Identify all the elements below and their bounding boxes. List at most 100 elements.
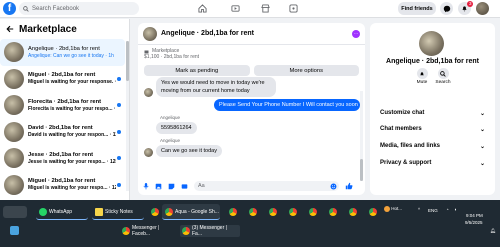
language-indicator[interactable]: ENG	[428, 208, 438, 213]
thumbs-up-icon[interactable]	[345, 182, 353, 190]
facebook-logo[interactable]: f	[3, 2, 16, 15]
grid-menu-icon[interactable]	[287, 2, 300, 15]
microphone-icon[interactable]	[143, 182, 149, 190]
scroll-thumb[interactable]	[126, 41, 129, 81]
mute-label: Mute	[416, 80, 428, 85]
bell-icon	[416, 68, 428, 79]
volume-icon[interactable]: ◖	[454, 207, 457, 212]
messenger-icon[interactable]	[440, 2, 453, 15]
conversation-item[interactable]: Miguel · 2bd,1ba for rent Miguel is waiti…	[0, 66, 125, 93]
taskbar-app-chrome[interactable]	[346, 204, 358, 220]
weather-icon	[384, 206, 390, 212]
taskbar-app-messenger-active[interactable]: (3) Messenger | Fa...	[180, 225, 240, 237]
tray-chevron-up-icon[interactable]: ^	[418, 207, 420, 212]
item-label: Customize chat	[380, 110, 425, 116]
wifi-icon[interactable]: ◔	[446, 207, 449, 212]
unread-dot	[117, 129, 121, 134]
listing-thumbnail	[4, 42, 24, 63]
clock-date[interactable]: 9/5/2025	[465, 220, 483, 225]
taskbar-app-google-sheets[interactable]: Aqua - Google Sh...	[162, 204, 220, 220]
taskbar-app-chrome[interactable]	[366, 204, 378, 220]
conversation-item[interactable]: David · 2bd,1ba for rent David is waiting…	[0, 119, 125, 146]
search-conversation-button[interactable]: Search	[433, 68, 453, 85]
home-icon[interactable]	[196, 2, 209, 15]
privacy-support-item[interactable]: Privacy & support ⌄	[380, 160, 485, 167]
more-icon[interactable]: ⋯	[352, 30, 360, 38]
chevron-down-icon: ⌄	[479, 127, 485, 133]
taskbar-app-chrome[interactable]	[266, 204, 278, 220]
clock-time[interactable]: 9:04 PM	[466, 213, 483, 218]
conversation-item[interactable]: Jesse · 2bd,1ba for rent Jesse is waiting…	[0, 145, 125, 172]
taskbar-app-sticky-notes[interactable]: Sticky Notes	[92, 204, 144, 220]
find-friends-button[interactable]: Find friends	[398, 2, 436, 15]
page-title: Marketplace	[19, 23, 77, 35]
message-bubble[interactable]: Yes we would need to move in today we're…	[156, 77, 276, 97]
video-icon[interactable]	[229, 2, 242, 15]
conversation-item[interactable]: Miguel · 2bd,1ba for rent Miguel is waiti…	[0, 172, 125, 199]
conversation-text: David · 2bd,1ba for rent David is waiting…	[28, 125, 116, 138]
unread-dot	[117, 76, 121, 81]
chrome-icon	[289, 208, 297, 216]
conversation-items: Angelique · 2bd,1ba for rent Angelique: C…	[0, 39, 129, 198]
profile-avatar[interactable]	[476, 2, 489, 15]
app-label: Aqua - Google Sh...	[175, 208, 219, 215]
listing-price[interactable]: $1,100 · 2bd,1ba for rent	[144, 54, 359, 60]
search-placeholder: Search Facebook	[32, 5, 80, 12]
mute-button[interactable]: Mute	[412, 68, 432, 85]
taskbar-app-chrome[interactable]	[246, 204, 258, 220]
start-icon[interactable]	[10, 226, 19, 235]
chat-members-item[interactable]: Chat members ⌄	[380, 126, 485, 133]
chat-title[interactable]: Angelique · 2bd,1ba for rent	[161, 30, 254, 37]
message-composer: Aa	[138, 177, 365, 195]
contact-avatar[interactable]	[419, 31, 444, 56]
sticker-icon[interactable]	[168, 183, 175, 190]
gif-icon[interactable]	[181, 183, 188, 190]
chat-window: Angelique · 2bd,1ba for rent ⋯ Marketpla…	[138, 23, 365, 195]
conversation-text: Jesse · 2bd,1ba for rent Jesse is waiting…	[28, 152, 116, 165]
weather-widget[interactable]: Hot...	[384, 206, 402, 212]
marketplace-icon[interactable]	[259, 2, 272, 15]
more-options-button[interactable]: More options	[253, 65, 359, 76]
conversation-item[interactable]: Florecita · 2bd,1ba for rent Florecita is…	[0, 92, 125, 119]
top-navigation-bar: f Search Facebook Find friends 3	[0, 0, 500, 18]
chrome-icon	[151, 208, 159, 216]
taskbar-search[interactable]	[3, 206, 27, 218]
listing-thumbnail	[4, 174, 24, 195]
search-input[interactable]: Search Facebook	[19, 2, 139, 15]
bell-icon[interactable]: 3	[458, 1, 473, 15]
left-scrollbar[interactable]	[126, 41, 129, 191]
taskbar-app-chrome[interactable]	[286, 204, 298, 220]
taskbar-app-chrome[interactable]	[306, 204, 318, 220]
notification-center-icon[interactable]: 🔔︎	[490, 228, 496, 234]
image-icon[interactable]	[155, 183, 162, 190]
composer-placeholder: Aa	[198, 183, 205, 189]
sticky-notes-icon	[95, 207, 103, 216]
windows-taskbar: WhatsApp Sticky Notes Aqua - Google Sh..…	[0, 200, 500, 247]
back-arrow-icon[interactable]	[6, 25, 14, 33]
conversation-item[interactable]: Angelique · 2bd,1ba for rent Angelique: C…	[0, 39, 125, 66]
chrome-icon	[329, 208, 337, 216]
marketplace-conversation-list: Marketplace Angelique · 2bd,1ba for rent…	[0, 19, 130, 200]
search-icon	[437, 68, 449, 79]
taskbar-app-whatsapp[interactable]: WhatsApp	[36, 204, 88, 220]
conversation-preview: Jesse is waiting for your respo... · 12h	[28, 158, 116, 165]
chrome-icon	[269, 208, 277, 216]
chat-scrollbar[interactable]	[360, 91, 363, 181]
taskbar-app-chrome[interactable]	[148, 204, 160, 220]
message-bubble-outgoing[interactable]: Please Send Your Phone Number I Will con…	[214, 99, 360, 111]
conversation-text: Miguel · 2bd,1ba for rent Miguel is waiti…	[28, 178, 116, 191]
mark-as-pending-button[interactable]: Mark as pending	[144, 65, 250, 76]
conversation-title: Jesse · 2bd,1ba for rent	[28, 151, 94, 158]
taskbar-app-messenger[interactable]: Messenger | Faceb...	[120, 225, 175, 237]
emoji-icon[interactable]	[330, 183, 337, 190]
chat-avatar[interactable]	[143, 26, 157, 41]
item-label: Media, files and links	[380, 143, 441, 149]
media-files-links-item[interactable]: Media, files and links ⌄	[380, 143, 485, 150]
taskbar-app-chrome[interactable]	[226, 204, 238, 220]
message-bubble[interactable]: Can we go see it today	[156, 145, 222, 157]
taskbar-app-chrome[interactable]	[326, 204, 338, 220]
message-input[interactable]: Aa	[194, 181, 339, 191]
message-bubble[interactable]: 5595861264	[156, 122, 197, 134]
chrome-icon	[349, 208, 357, 216]
customize-chat-item[interactable]: Customize chat ⌄	[380, 110, 485, 117]
